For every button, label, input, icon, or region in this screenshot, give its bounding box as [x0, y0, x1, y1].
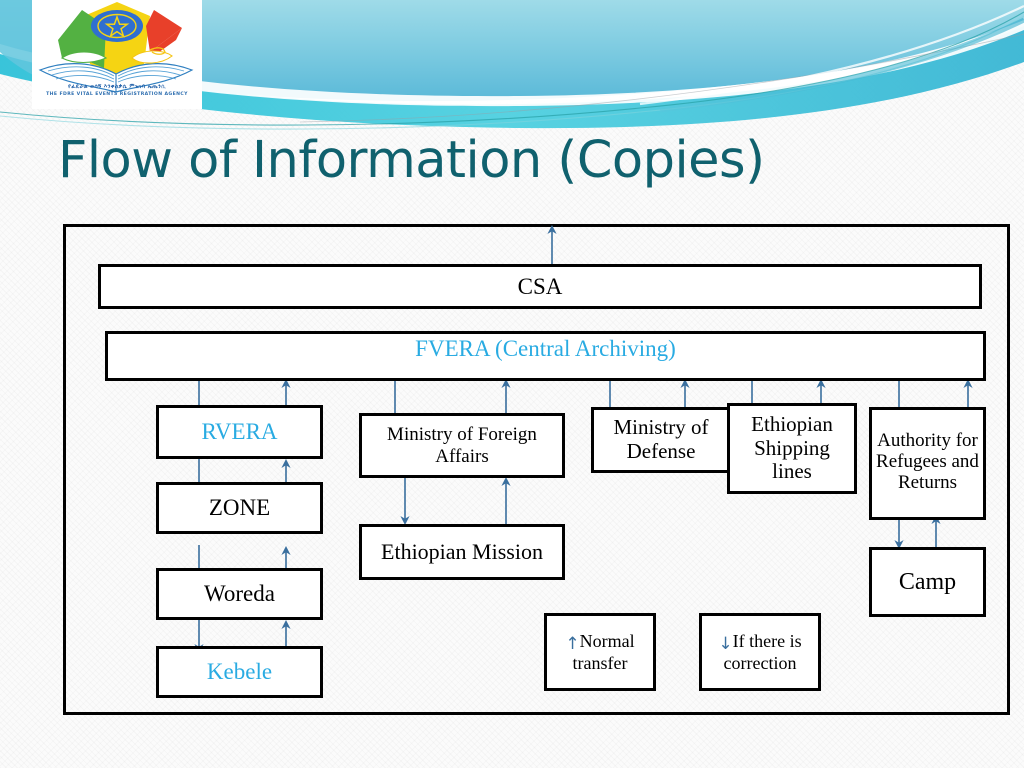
node-camp-label: Camp: [898, 568, 957, 595]
arrow-into-csa-up: [545, 224, 559, 269]
node-ministry-of-defense-label: Ministry of Defense: [613, 415, 709, 463]
node-camp[interactable]: Camp: [869, 547, 986, 617]
node-csa-label: CSA: [517, 273, 563, 299]
node-authority-for-refugees-label: Authority for Refugees and Returns: [876, 429, 979, 494]
page-title: Flow of Information (Copies): [58, 131, 765, 190]
node-authority-for-refugees[interactable]: Authority for Refugees and Returns: [869, 407, 986, 520]
arrow-down-icon: ↓: [718, 633, 733, 654]
node-zone-label: ZONE: [208, 495, 271, 521]
node-ministry-of-defense[interactable]: Ministry of Defense: [591, 407, 731, 473]
node-kebele-label: Kebele: [206, 659, 273, 685]
arrow-mission-to-mofa-up: [499, 476, 513, 526]
node-ethiopian-mission-label: Ethiopian Mission: [381, 538, 543, 564]
legend-normal-transfer-line2: transfer: [572, 652, 628, 673]
node-fvera-label: FVERA (Central Archiving): [415, 336, 676, 361]
node-ethiopian-shipping-lines-label: Ethiopian Shipping lines: [751, 412, 833, 484]
slide-canvas: የፈዴራል ወሳኝ እንቀስቃሴ ምዝገባ ኤጤንሲ THE FDRE VITA…: [0, 0, 1024, 768]
flow-diagram: CSA FVERA (Central Archiving) RVERA ZONE…: [63, 224, 1010, 715]
node-woreda-label: Woreda: [204, 581, 275, 607]
node-csa[interactable]: CSA: [98, 264, 982, 309]
node-fvera[interactable]: FVERA (Central Archiving): [105, 331, 986, 381]
legend-correction: ↓If there is correction: [699, 613, 821, 691]
node-kebele[interactable]: Kebele: [156, 646, 323, 698]
node-ministry-foreign-affairs-label: Ministry of Foreign Affairs: [387, 424, 537, 467]
node-rvera[interactable]: RVERA: [156, 405, 323, 459]
node-ministry-foreign-affairs[interactable]: Ministry of Foreign Affairs: [359, 413, 565, 478]
legend-normal-transfer-line1: Normal: [579, 630, 635, 651]
node-zone[interactable]: ZONE: [156, 482, 323, 534]
node-ethiopian-shipping-lines[interactable]: Ethiopian Shipping lines: [727, 403, 857, 494]
agency-logo: የፈዴራል ወሳኝ እንቀስቃሴ ምዝገባ ኤጤንሲ THE FDRE VITA…: [32, 0, 202, 109]
legend-correction-line1: If there is: [732, 630, 802, 651]
arrow-mofa-to-mission-down: [398, 476, 412, 526]
node-rvera-label: RVERA: [201, 419, 278, 445]
arrow-up-icon: ↑: [565, 633, 580, 654]
node-ethiopian-mission[interactable]: Ethiopian Mission: [359, 524, 565, 580]
legend-normal-transfer: ↑Normal transfer: [544, 613, 656, 691]
agency-logo-caption-english: THE FDRE VITAL EVENTS REGISTRATION AGENC…: [46, 92, 188, 97]
node-woreda[interactable]: Woreda: [156, 568, 323, 620]
agency-logo-caption-amharic: የፈዴራል ወሳኝ እንቀስቃሴ ምዝገባ ኤጤንሲ: [68, 84, 166, 90]
legend-correction-line2: correction: [723, 652, 797, 673]
